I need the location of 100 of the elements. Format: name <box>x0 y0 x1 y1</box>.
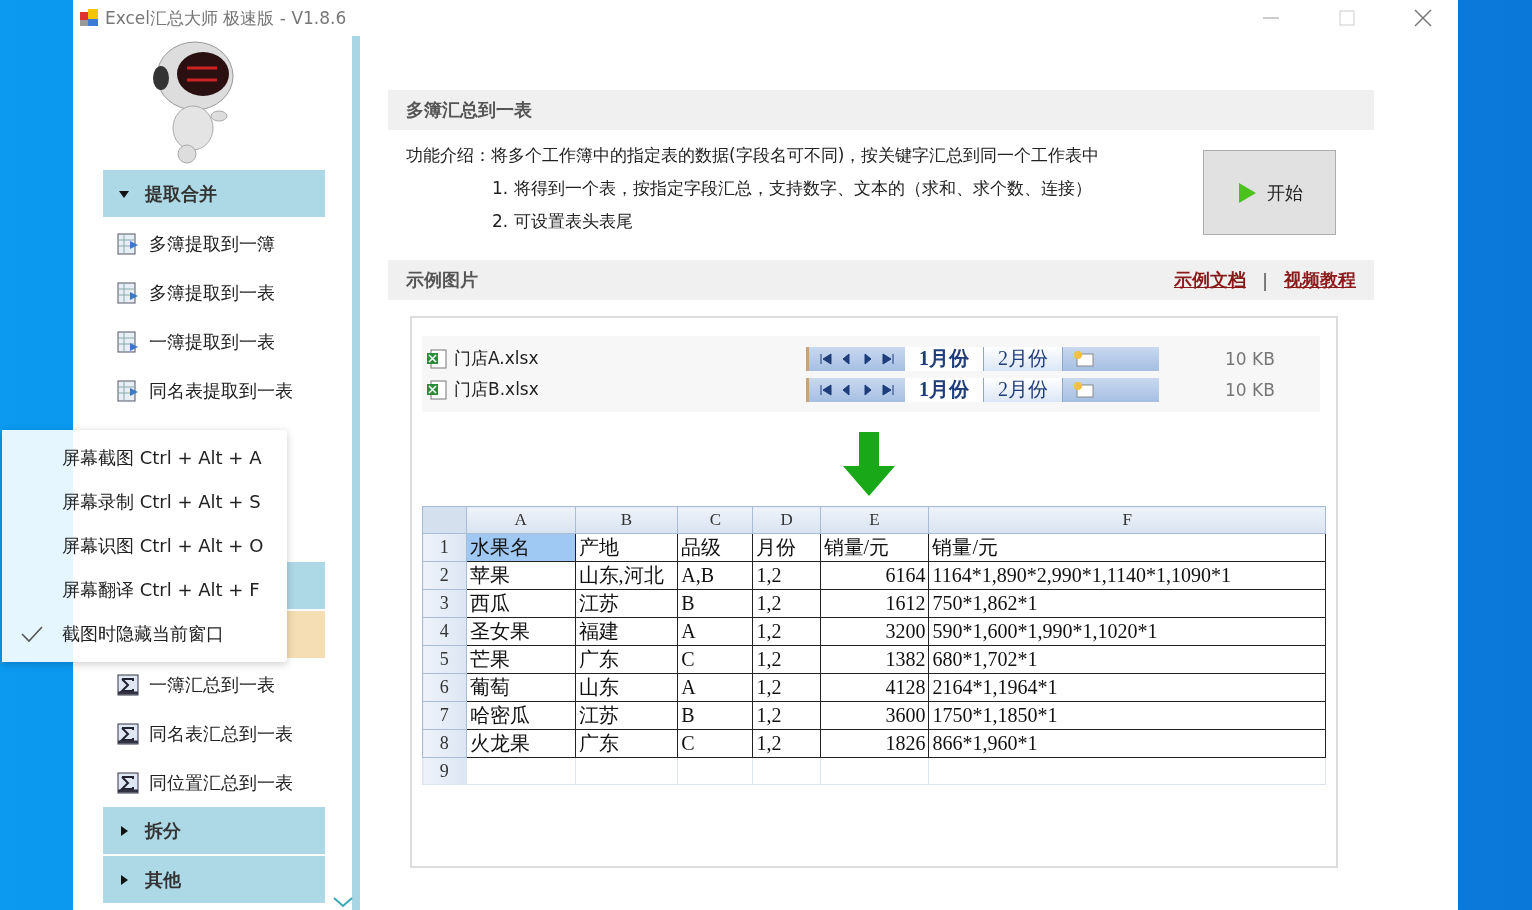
start-button[interactable]: 开始 <box>1203 150 1336 235</box>
sigma-icon <box>115 769 141 796</box>
table-cell: 2164*1,1964*1 <box>928 673 1326 702</box>
table-cell: 1,2 <box>752 617 821 646</box>
table-cell: C <box>677 645 753 674</box>
table-cell: 销量/元 <box>820 533 929 562</box>
table-cell: 品级 <box>677 533 753 562</box>
sigma-icon <box>115 671 141 698</box>
row-number: 9 <box>422 757 467 785</box>
sidebar-item[interactable]: 多簿提取到一簿 <box>103 219 325 268</box>
table-cell: 山东 <box>575 673 678 702</box>
table-cell: 火龙果 <box>466 729 575 758</box>
table-cell: 哈密瓜 <box>466 701 575 730</box>
table-cell: 1,2 <box>752 561 821 590</box>
menu-item[interactable]: 屏幕识图 Ctrl + Alt + O <box>2 524 287 568</box>
table-cell: 1,2 <box>752 673 821 702</box>
column-header: B <box>575 506 678 534</box>
menu-item[interactable]: 屏幕翻译 Ctrl + Alt + F <box>2 568 287 612</box>
table-cell: 水果名 <box>466 533 575 562</box>
menu-item[interactable]: 截图时隐藏当前窗口 <box>2 612 287 656</box>
table-cell: 江苏 <box>575 589 678 618</box>
table-cell: 苹果 <box>466 561 575 590</box>
table-cell: 芒果 <box>466 645 575 674</box>
table-cell: 6164 <box>820 561 929 590</box>
table-cell: 山东,河北 <box>575 561 678 590</box>
down-arrow-icon <box>841 432 897 498</box>
table-cell: C <box>677 729 753 758</box>
row-number: 6 <box>422 673 467 702</box>
table-cell: 1612 <box>820 589 929 618</box>
doc-link[interactable]: 示例文档 <box>1173 268 1246 292</box>
menu-item[interactable]: 屏幕截图 Ctrl + Alt + A <box>2 436 287 480</box>
table-cell: 750*1,862*1 <box>928 589 1326 618</box>
table-cell: 1,2 <box>752 589 821 618</box>
row-number: 7 <box>422 701 467 730</box>
close-icon <box>1414 9 1432 27</box>
app-icon <box>79 8 99 28</box>
menu-item[interactable]: 屏幕录制 Ctrl + Alt + S <box>2 480 287 524</box>
table-cell: 广东 <box>575 729 678 758</box>
file-size: 10 KB <box>1225 379 1275 400</box>
table-cell: B <box>677 589 753 618</box>
table-cell: 葡萄 <box>466 673 575 702</box>
table-cell: B <box>677 701 753 730</box>
video-link[interactable]: 视频教程 <box>1284 268 1356 292</box>
table-cell: 590*1,600*1,990*1,1020*1 <box>928 617 1326 646</box>
sidebar-section-header[interactable]: 其他 <box>103 856 325 903</box>
column-header: E <box>820 506 929 534</box>
feature-point: 2. 可设置表头表尾 <box>491 210 634 233</box>
table-cell: A <box>677 617 753 646</box>
table-cell: 866*1,960*1 <box>928 729 1326 758</box>
sidebar-item[interactable]: 同位置汇总到一表 <box>103 758 325 807</box>
table-cell: 西瓜 <box>466 589 575 618</box>
panel-title: 多簿汇总到一表 <box>406 98 533 122</box>
expanded-triangle-icon <box>119 188 129 199</box>
collapsed-triangle-icon <box>119 825 129 836</box>
sidebar-item[interactable]: 一簿提取到一表 <box>103 317 325 366</box>
sidebar-item[interactable]: 同名表汇总到一表 <box>103 709 325 758</box>
feature-point: 1. 将得到一个表，按指定字段汇总，支持数字、文本的（求和、求个数、连接） <box>491 177 1093 200</box>
table-cell: 4128 <box>820 673 929 702</box>
table-cell: A,B <box>677 561 753 590</box>
sidebar-item[interactable]: 多簿提取到一表 <box>103 268 325 317</box>
row-number: 8 <box>422 729 467 758</box>
column-header: F <box>928 506 1326 534</box>
column-header: C <box>677 506 753 534</box>
row-number: 4 <box>422 617 467 646</box>
row-number: 3 <box>422 589 467 618</box>
column-header: A <box>466 506 575 534</box>
sidebar-item[interactable]: 同名表提取到一表 <box>103 366 325 415</box>
table-cell: 福建 <box>575 617 678 646</box>
file-name: 门店B.xlsx <box>454 378 539 401</box>
intro-text: 功能介绍：将多个工作簿中的指定表的数据(字段名可不同)，按关键字汇总到同一个工作表中 <box>406 144 1101 167</box>
table-cell: 1,2 <box>752 729 821 758</box>
sigma-icon <box>115 720 141 747</box>
sheet-tab[interactable]: 1月份 <box>905 346 984 371</box>
table-cell: A <box>677 673 753 702</box>
play-icon <box>1236 181 1257 204</box>
table-cell: 江苏 <box>575 701 678 730</box>
table-cell: 1164*1,890*2,990*1,1140*1,1090*1 <box>928 561 1326 590</box>
file-name: 门店A.xlsx <box>454 347 539 370</box>
sheet-tab[interactable]: 1月份 <box>905 377 984 402</box>
table-cell: 1382 <box>820 645 929 674</box>
sidebar-section-header[interactable]: 提取合并 <box>103 170 325 217</box>
scroll-down-chevron-icon[interactable] <box>332 896 354 908</box>
row-number: 5 <box>422 645 467 674</box>
table-cell: 3600 <box>820 701 929 730</box>
table-cell: 销量/元 <box>928 533 1326 562</box>
table-cell: 月份 <box>752 533 821 562</box>
link-separator: | <box>1261 269 1268 291</box>
maximize-icon <box>1339 10 1355 26</box>
table-cell: 3200 <box>820 617 929 646</box>
window-title: Excel汇总大师 极速版 - V1.8.6 <box>105 6 348 30</box>
example-title: 示例图片 <box>406 268 479 292</box>
table-cell: 680*1,702*1 <box>928 645 1326 674</box>
table-cell: 1,2 <box>752 701 821 730</box>
table-cell: 1826 <box>820 729 929 758</box>
sidebar-section-header[interactable]: 拆分 <box>103 807 325 854</box>
table-cell: 广东 <box>575 645 678 674</box>
sheet-tab[interactable]: 2月份 <box>984 346 1063 371</box>
table-cell: 1,2 <box>752 645 821 674</box>
sheet-tab[interactable]: 2月份 <box>984 377 1063 402</box>
row-number: 1 <box>422 533 467 562</box>
